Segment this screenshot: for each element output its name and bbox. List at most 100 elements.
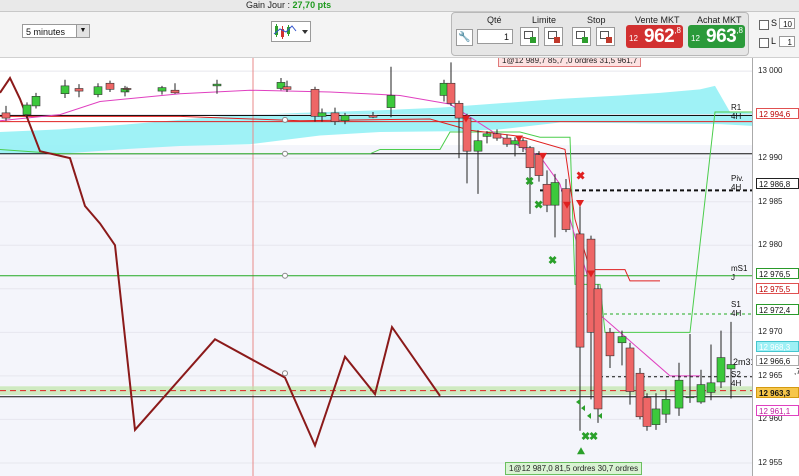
daily-gain: Gain Jour : 27,70 pts xyxy=(246,0,331,11)
candle-body xyxy=(685,396,695,399)
status-bar: Gain Jour : 27,70 pts xyxy=(0,0,799,12)
level-label-ms1: mS1 J xyxy=(731,264,748,282)
buy-limit-button[interactable] xyxy=(520,27,539,46)
candle-body xyxy=(716,357,726,383)
candle-body xyxy=(317,112,327,117)
candle xyxy=(593,284,603,423)
candle-body xyxy=(22,104,32,115)
cross-signal-icon: ✖ xyxy=(589,431,598,443)
quantity-input[interactable]: 1 xyxy=(477,29,513,44)
candle xyxy=(60,79,70,99)
y-tick-label: 12 985 xyxy=(758,196,783,206)
l-value-input[interactable]: 1 xyxy=(779,36,795,47)
cross-signal-icon: ✖ xyxy=(525,176,534,188)
candle-body xyxy=(212,83,222,87)
candle-body xyxy=(105,82,115,90)
tag-r1: 12 994,6 xyxy=(756,108,799,119)
s-checkbox[interactable] xyxy=(759,20,769,30)
stop-label: Stop xyxy=(587,15,606,25)
candle-body xyxy=(1,112,11,119)
candle-body xyxy=(74,88,84,92)
buy-price-prefix: 12 xyxy=(691,34,700,43)
candle xyxy=(157,85,167,95)
gain-label: Gain Jour : xyxy=(246,0,291,10)
candle-body xyxy=(550,182,560,206)
candle-body xyxy=(386,95,396,108)
candle-body xyxy=(575,233,585,348)
sell-price-decimal: ,8 xyxy=(674,26,681,35)
candle-body xyxy=(462,117,472,152)
price-chart[interactable]: ✖ ✖ ✖ ✖ ✖ ✖ 1@12 989,7 85,7 ,0 ordres 31,5 96… xyxy=(0,58,752,476)
s-label: S xyxy=(771,18,778,28)
tag-small: ,7 xyxy=(794,367,799,376)
candle-body xyxy=(525,147,535,169)
level-label-r1: R1 4H xyxy=(731,103,742,121)
l-label: L xyxy=(771,36,777,46)
level-marker xyxy=(282,272,288,279)
tag-pink-ma: 12 961,1 xyxy=(756,405,799,416)
level-label-s1: S1 4H xyxy=(731,300,742,318)
chart-canvas: ✖✖✖✖✖✖ xyxy=(0,58,752,476)
candle-body xyxy=(310,89,320,117)
top-order-label[interactable]: 1@12 989,7 85,7 ,0 ordres 31,5 961,7 xyxy=(498,58,642,67)
candle-body xyxy=(696,384,706,403)
candle-body xyxy=(625,347,635,392)
chevron-down-icon xyxy=(302,30,308,34)
sell-mkt-label: Vente MKT xyxy=(635,15,680,25)
tag-pivot: 12 986,8 xyxy=(756,178,799,189)
l-checkbox[interactable] xyxy=(759,38,769,48)
candle-body xyxy=(157,87,167,92)
background-region xyxy=(0,145,752,476)
level-marker xyxy=(282,116,288,123)
buy-stop-button[interactable] xyxy=(572,27,591,46)
candle-body xyxy=(60,85,70,95)
candle-body xyxy=(340,115,350,121)
sell-stop-button[interactable] xyxy=(596,27,615,46)
sell-price-prefix: 12 xyxy=(629,34,638,43)
price-axis[interactable]: 13 00012 99512 99012 98512 98012 97512 9… xyxy=(752,58,799,476)
sell-market-button[interactable]: 12 962 ,8 xyxy=(626,25,683,48)
candle-body xyxy=(542,183,552,206)
candle-body xyxy=(330,112,340,122)
limit-label: Limite xyxy=(532,15,557,25)
candle-body xyxy=(617,336,627,344)
timeframe-value: 5 minutes xyxy=(26,27,66,37)
tag-s1: 12 972,4 xyxy=(756,304,799,315)
s-value-input[interactable]: 10 xyxy=(779,18,795,29)
candle-body xyxy=(282,86,292,90)
candle-body xyxy=(661,399,671,415)
gain-value: 27,70 pts xyxy=(292,0,332,10)
cross-signal-icon: ✖ xyxy=(534,199,543,211)
buy-price-decimal: ,8 xyxy=(736,26,743,35)
cross-signal-icon: ✖ xyxy=(548,255,557,267)
timeframe-select[interactable]: 5 minutes ▼ xyxy=(22,24,90,38)
sell-price: 962 xyxy=(644,26,675,47)
candle-body xyxy=(502,137,512,145)
tag-cloud: 12 968,3 xyxy=(756,341,799,352)
chart-type-icon xyxy=(273,24,308,39)
candle-body xyxy=(561,188,571,230)
y-tick-label: 12 965 xyxy=(758,370,783,380)
candle-body xyxy=(605,332,615,357)
candle-body xyxy=(473,140,483,152)
tag-s2: 12 966,6 xyxy=(756,355,799,366)
candle xyxy=(642,393,652,431)
chevron-down-icon[interactable]: ▼ xyxy=(76,25,89,37)
buy-market-button[interactable]: 12 963 ,8 xyxy=(688,25,745,48)
candle-body xyxy=(446,82,456,104)
candle xyxy=(170,83,180,94)
toolbar: 5 minutes ▼ Qté Limite Stop Vente MKT Ac… xyxy=(0,12,799,58)
candle xyxy=(446,62,456,106)
candle-body xyxy=(510,140,520,145)
candle-body xyxy=(651,408,661,425)
qty-label: Qté xyxy=(487,15,502,25)
candle xyxy=(1,105,11,121)
bottom-order-label[interactable]: 1@12 987,0 81,5 ordres 30,7 ordres xyxy=(505,462,643,475)
candle-body xyxy=(170,89,180,94)
wrench-icon[interactable]: 🔧 xyxy=(456,29,473,46)
chart-type-button[interactable] xyxy=(271,21,311,42)
tag-red-level: 12 975,5 xyxy=(756,283,799,294)
sell-limit-button[interactable] xyxy=(544,27,563,46)
candle-body xyxy=(454,102,464,119)
tag-last-price: 12 963,3 xyxy=(756,387,799,398)
